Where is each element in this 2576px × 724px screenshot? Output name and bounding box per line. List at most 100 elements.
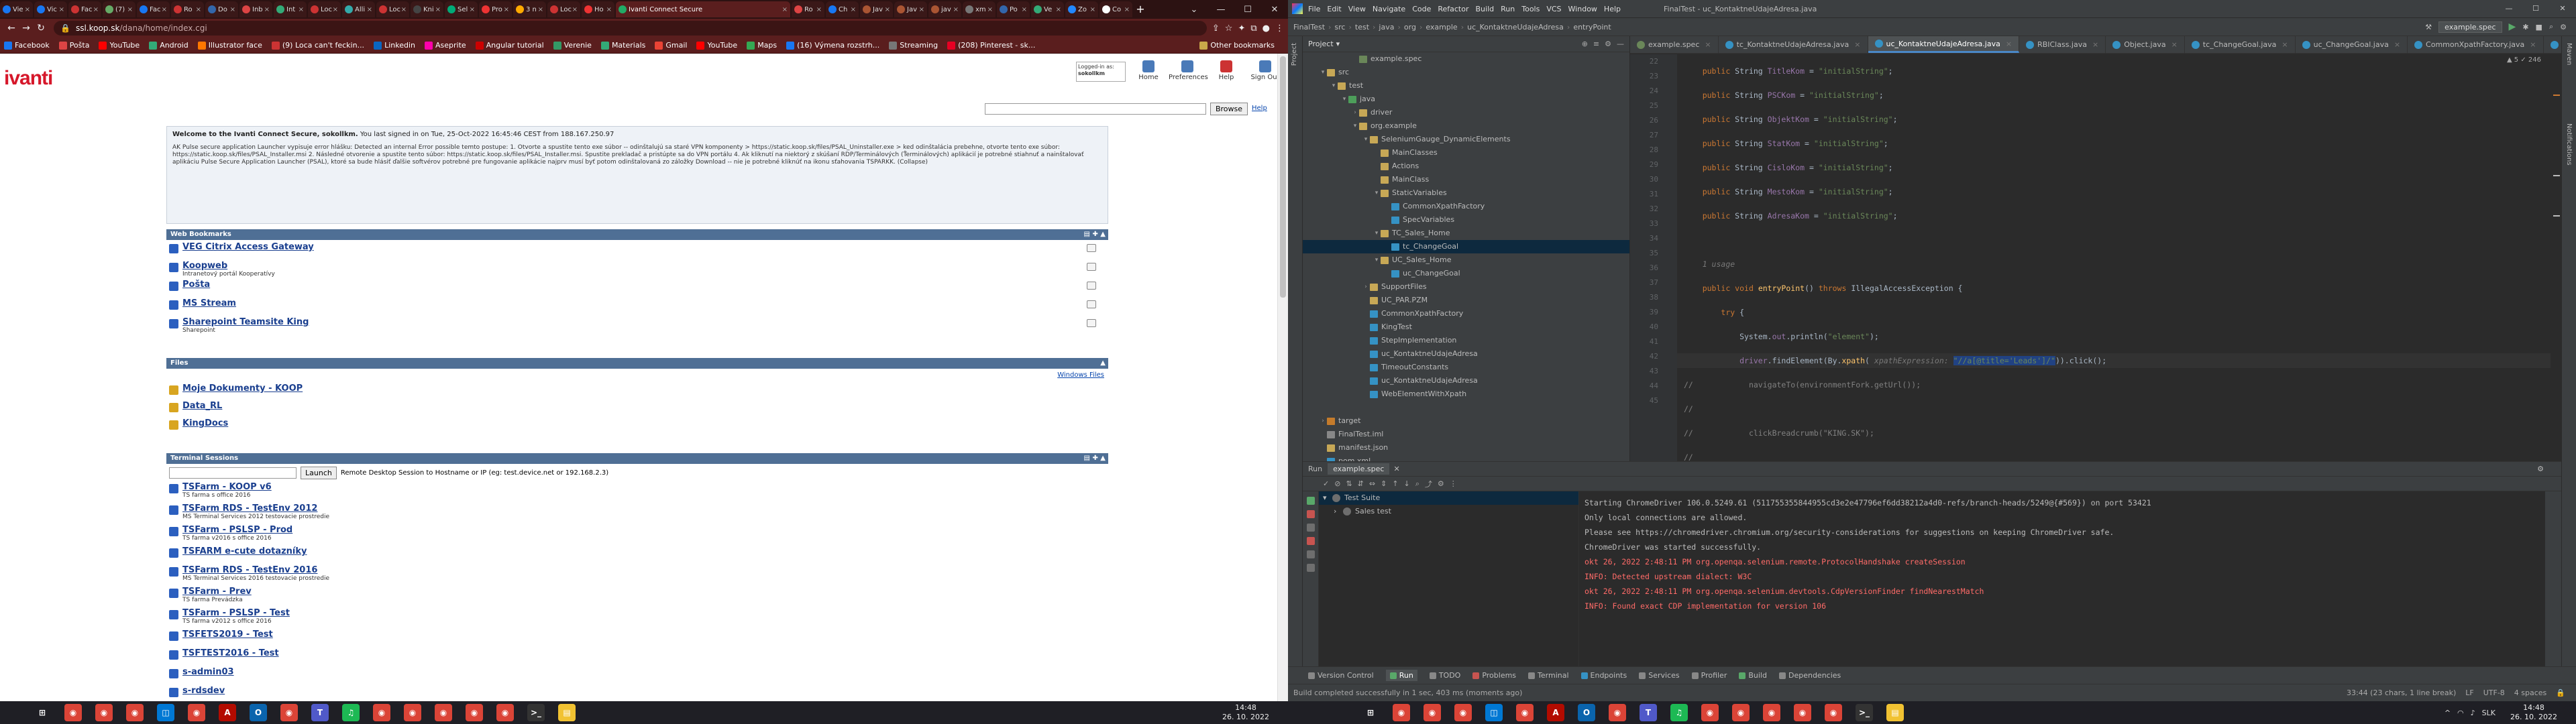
clock-right[interactable]: 14:48 26. 10. 2022 bbox=[2510, 703, 2557, 722]
run-icon[interactable]: ▶ bbox=[2509, 21, 2516, 32]
tree-node[interactable]: uc_KontaktneUdajeAdresa bbox=[1303, 374, 1629, 387]
tree-node[interactable] bbox=[1303, 401, 1629, 414]
editor-tab[interactable]: Object.java × bbox=[2106, 36, 2185, 53]
close-icon[interactable]: × bbox=[987, 6, 993, 13]
close-icon[interactable]: × bbox=[127, 6, 133, 13]
browser-tab[interactable]: Do × bbox=[205, 1, 238, 17]
close-icon[interactable]: × bbox=[2092, 40, 2098, 49]
expand-arrow-icon[interactable]: ▾ bbox=[1319, 66, 1327, 79]
chrome-icon[interactable]: ◉ bbox=[280, 704, 298, 721]
chrome-icon[interactable]: ◉ bbox=[1454, 704, 1472, 721]
close-icon[interactable]: × bbox=[1090, 6, 1095, 13]
close-icon[interactable]: × bbox=[919, 6, 924, 13]
collapse-icon[interactable]: ▲ bbox=[1100, 358, 1106, 369]
close-icon[interactable]: × bbox=[1124, 6, 1130, 13]
menu-refactor[interactable]: Refactor bbox=[1438, 5, 1468, 13]
adobe-icon[interactable]: A bbox=[1547, 704, 1564, 721]
tool-tab-endpoints[interactable]: Endpoints bbox=[1580, 671, 1627, 680]
profile-avatar[interactable]: ● bbox=[1263, 23, 1270, 34]
tree-node[interactable]: StepImplementation bbox=[1303, 334, 1629, 347]
breadcrumb-item[interactable]: test bbox=[1355, 23, 1369, 32]
teams-icon[interactable]: T bbox=[311, 704, 329, 721]
browser-tab[interactable]: Jav × bbox=[894, 1, 927, 17]
search-icon[interactable]: ⌕ bbox=[1415, 479, 1419, 489]
close-icon[interactable]: × bbox=[851, 6, 856, 13]
chevron-down-icon[interactable]: ⌄ bbox=[1181, 5, 1208, 15]
tree-node[interactable]: › SupportFiles bbox=[1303, 280, 1629, 294]
tool-tab-build[interactable]: Build bbox=[1739, 671, 1767, 680]
bookmark-item[interactable]: Aseprite bbox=[424, 41, 466, 50]
bookmark-item[interactable]: Android bbox=[149, 41, 189, 50]
tree-node[interactable]: tc_ChangeGoal bbox=[1303, 240, 1629, 253]
chrome-icon[interactable]: ◉ bbox=[1825, 704, 1842, 721]
collapse-all-icon[interactable]: ≡ bbox=[1593, 40, 1599, 48]
chrome-icon[interactable]: ◉ bbox=[126, 704, 144, 721]
inspection-widget[interactable]: ▲ 5 ✓ 246 bbox=[2507, 56, 2541, 64]
browser-tab[interactable]: Loc × bbox=[547, 1, 580, 17]
ivanti-search-input[interactable] bbox=[985, 103, 1206, 115]
adobe-icon[interactable]: A bbox=[219, 704, 236, 721]
stop-icon[interactable] bbox=[1307, 537, 1315, 545]
bookmark-item[interactable]: Angular tutorial bbox=[475, 41, 544, 50]
sort-icon[interactable]: ⇅ bbox=[1346, 479, 1352, 488]
open-new-window-icon[interactable] bbox=[1087, 282, 1096, 290]
close-icon[interactable]: × bbox=[2530, 40, 2536, 49]
browser-tab[interactable]: Loc × bbox=[308, 1, 341, 17]
status-message[interactable]: Build completed successfully in 1 sec, 4… bbox=[1293, 688, 1522, 697]
gear-icon[interactable]: ⚙ bbox=[2537, 465, 2544, 473]
close-icon[interactable]: × bbox=[572, 6, 578, 13]
gear-icon[interactable]: ⚙ bbox=[1605, 40, 1611, 48]
other-bookmarks[interactable]: Other bookmarks bbox=[1199, 41, 1275, 50]
usage-marker[interactable] bbox=[2553, 215, 2560, 217]
lock-icon[interactable]: 🔒 bbox=[2556, 688, 2565, 697]
close-icon[interactable]: × bbox=[435, 6, 441, 13]
chrome-icon[interactable]: ◉ bbox=[1516, 704, 1534, 721]
web-bookmark-link[interactable]: MS Stream bbox=[182, 299, 1108, 308]
expand-arrow-icon[interactable]: ▾ bbox=[1373, 253, 1381, 267]
menu-edit[interactable]: Edit bbox=[1327, 5, 1341, 13]
browser-tab[interactable]: Vie × bbox=[0, 1, 33, 17]
chrome-icon[interactable]: ◉ bbox=[435, 704, 452, 721]
close-icon[interactable]: × bbox=[816, 6, 822, 13]
forward-icon[interactable]: → bbox=[19, 23, 34, 34]
close-icon[interactable]: × bbox=[333, 6, 338, 13]
close-icon[interactable]: × bbox=[782, 6, 788, 13]
browser-tab[interactable]: Zo × bbox=[1065, 1, 1098, 17]
terminal-icon[interactable]: >_ bbox=[527, 704, 545, 721]
browser-tab[interactable]: Inb × bbox=[239, 1, 272, 17]
tree-node[interactable]: ▾ TC_Sales_Home bbox=[1303, 227, 1629, 240]
ignored-filter-icon[interactable]: ⊘ bbox=[1334, 479, 1340, 488]
teams-icon[interactable]: T bbox=[1640, 704, 1657, 721]
close-icon[interactable]: × bbox=[230, 6, 235, 13]
menu-tools[interactable]: Tools bbox=[1521, 5, 1540, 13]
bookmark-item[interactable]: (208) Pinterest - sk... bbox=[947, 41, 1035, 50]
scroll-thumb[interactable] bbox=[1280, 56, 1286, 298]
close-icon[interactable]: × bbox=[504, 6, 509, 13]
maven-tool-tab[interactable]: Maven bbox=[2565, 43, 2573, 65]
rerun-icon[interactable] bbox=[1307, 497, 1315, 505]
tree-node[interactable]: uc_KontaktneUdajeAdresa bbox=[1303, 347, 1629, 361]
web-bookmark-link[interactable]: VEG Citrix Access Gateway bbox=[182, 243, 1108, 252]
chrome-icon[interactable]: ◉ bbox=[1794, 704, 1811, 721]
expand-arrow-icon[interactable]: ▾ bbox=[1373, 186, 1381, 200]
new-tab-icon[interactable]: + bbox=[1134, 3, 1147, 16]
chrome-icon[interactable]: ◉ bbox=[373, 704, 390, 721]
breadcrumb-item[interactable]: java bbox=[1379, 23, 1394, 32]
hide-icon[interactable]: — bbox=[1617, 40, 1624, 48]
open-new-window-icon[interactable] bbox=[1087, 244, 1096, 252]
close-icon[interactable]: × bbox=[885, 6, 890, 13]
language-indicator[interactable]: SLK bbox=[2482, 709, 2496, 717]
bookmark-item[interactable]: Maps bbox=[747, 41, 777, 50]
terminal-session-link[interactable]: TSFARM e-cute dotazníky bbox=[182, 547, 1108, 556]
test-node[interactable]: › Sales test bbox=[1319, 505, 1578, 518]
terminal-session-link[interactable]: TSFarm - PSLSP - Test bbox=[182, 609, 1108, 618]
launch-button[interactable]: Launch bbox=[301, 466, 337, 479]
close-icon[interactable]: × bbox=[93, 6, 99, 13]
close-icon[interactable]: × bbox=[1056, 6, 1061, 13]
browser-tab[interactable]: Ch × bbox=[826, 1, 859, 17]
expand-arrow-icon[interactable]: › bbox=[1319, 414, 1327, 428]
tool-tab-problems[interactable]: Problems bbox=[1472, 671, 1516, 680]
bookmark-item[interactable]: Materials bbox=[600, 41, 645, 50]
tool-tab-todo[interactable]: TODO bbox=[1429, 671, 1460, 680]
share-icon[interactable]: ⇪ bbox=[1212, 23, 1220, 34]
